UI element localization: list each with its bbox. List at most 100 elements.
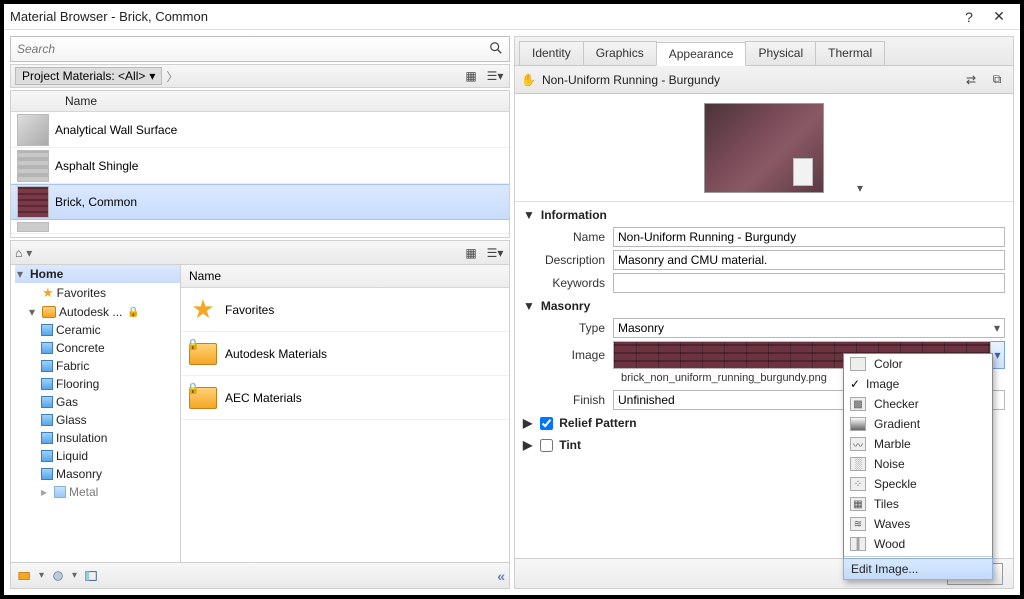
material-name: Asphalt Shingle [55, 159, 138, 173]
home-icon[interactable]: ⌂ [15, 246, 22, 260]
search-box[interactable] [10, 36, 510, 62]
tree-cat[interactable]: Gas [39, 393, 180, 411]
library-item-autodesk[interactable]: 🔒 Autodesk Materials [181, 332, 509, 376]
collapse-icon: ▼ [523, 208, 535, 222]
type-label: Type [523, 321, 613, 335]
finish-label: Finish [523, 393, 613, 407]
relief-checkbox[interactable] [540, 417, 553, 430]
category-icon [41, 468, 53, 480]
description-field[interactable]: Masonry and CMU material. [613, 250, 1005, 270]
material-swatch [17, 114, 49, 146]
tabs: Identity Graphics Appearance Physical Th… [515, 37, 1013, 66]
tiles-icon: ▦ [850, 497, 866, 511]
chevron-down-icon[interactable]: ▾ [26, 246, 32, 260]
duplicate-asset-icon[interactable]: ⧉ [987, 71, 1007, 89]
tab-thermal[interactable]: Thermal [815, 41, 885, 65]
right-pane: Identity Graphics Appearance Physical Th… [514, 36, 1014, 589]
open-library-icon[interactable] [15, 567, 35, 585]
wood-icon: ║ [850, 537, 866, 551]
menu-item-waves[interactable]: ≋Waves [844, 514, 992, 534]
show-panel-icon[interactable] [81, 567, 101, 585]
category-icon [41, 324, 53, 336]
library-pane: ⌂ ▾ ▦ ☰▾ ▾Home ★Favorites ▾Autodesk ...🔒 [10, 240, 510, 589]
scope-dropdown[interactable]: Project Materials: <All> ▾ [15, 67, 162, 85]
tree-cat[interactable]: Liquid [39, 447, 180, 465]
titlebar: Material Browser - Brick, Common ? ✕ [4, 4, 1020, 30]
close-button[interactable]: ✕ [984, 8, 1014, 25]
collapse-icon[interactable]: « [497, 568, 505, 584]
collapse-icon: ▼ [523, 299, 535, 313]
chevron-down-icon[interactable]: ▾ [72, 570, 77, 581]
tree-cat[interactable]: ▸Metal [39, 483, 180, 501]
tab-graphics[interactable]: Graphics [583, 41, 657, 65]
tab-physical[interactable]: Physical [745, 41, 816, 65]
menu-item-gradient[interactable]: Gradient [844, 414, 992, 434]
chevron-down-icon: ▾ [149, 69, 155, 83]
tree-cat[interactable]: Insulation [39, 429, 180, 447]
waves-icon: ≋ [850, 517, 866, 531]
view-grid-icon[interactable]: ▦ [461, 244, 481, 262]
tree-cat[interactable]: Ceramic [39, 321, 180, 339]
hand-icon: ✋ [521, 73, 536, 87]
search-input[interactable] [17, 42, 485, 56]
material-row[interactable]: Asphalt Shingle [11, 148, 509, 184]
tree-autodesk[interactable]: ▾Autodesk ...🔒 [27, 303, 180, 321]
library-item-favorites[interactable]: ★ Favorites [181, 288, 509, 332]
keywords-label: Keywords [523, 276, 613, 290]
view-grid-icon[interactable]: ▦ [461, 67, 481, 85]
tree-cat[interactable]: Masonry [39, 465, 180, 483]
help-button[interactable]: ? [954, 9, 984, 25]
tree-cat[interactable]: Flooring [39, 375, 180, 393]
speckle-icon: ⁘ [850, 477, 866, 491]
replace-asset-icon[interactable]: ⇄ [961, 71, 981, 89]
tab-appearance[interactable]: Appearance [656, 42, 747, 66]
menu-item-color[interactable]: Color [844, 354, 992, 374]
new-material-icon[interactable] [48, 567, 68, 585]
category-icon [41, 432, 53, 444]
keywords-field[interactable] [613, 273, 1005, 293]
name-field[interactable]: Non-Uniform Running - Burgundy [613, 227, 1005, 247]
section-header[interactable]: ▼Masonry [523, 297, 1005, 315]
menu-item-checker[interactable]: ▩Checker [844, 394, 992, 414]
tree-cat[interactable]: Glass [39, 411, 180, 429]
tree-cat[interactable]: Fabric [39, 357, 180, 375]
library-item-aec[interactable]: 🔒 AEC Materials [181, 376, 509, 420]
preview-thumbnail [704, 103, 824, 193]
material-swatch [17, 222, 49, 232]
category-icon [41, 396, 53, 408]
material-row[interactable] [11, 220, 509, 234]
folder-icon [42, 306, 56, 318]
menu-item-tiles[interactable]: ▦Tiles [844, 494, 992, 514]
tab-identity[interactable]: Identity [519, 41, 584, 65]
tree-home[interactable]: ▾Home [15, 265, 180, 283]
tree-cat[interactable]: Concrete [39, 339, 180, 357]
tree-favorites[interactable]: ★Favorites [27, 283, 180, 303]
library-list: Name ★ Favorites 🔒 Autodesk Materials 🔒 … [181, 265, 509, 562]
expand-icon: ▶ [523, 416, 532, 430]
materials-header: Name [11, 91, 509, 112]
menu-item-image[interactable]: Image [844, 374, 992, 394]
material-row-selected[interactable]: Brick, Common [11, 184, 509, 220]
checker-icon: ▩ [850, 397, 866, 411]
gradient-icon [850, 417, 866, 431]
menu-item-edit-image[interactable]: Edit Image... [843, 558, 993, 580]
menu-item-wood[interactable]: ║Wood [844, 534, 992, 554]
chevron-down-icon[interactable]: ▾ [39, 570, 44, 581]
section-header[interactable]: ▼Information [523, 206, 1005, 224]
material-name: Brick, Common [55, 195, 137, 209]
view-list-icon[interactable]: ☰▾ [485, 67, 505, 85]
tint-checkbox[interactable] [540, 439, 553, 452]
noise-icon: ░ [850, 457, 866, 471]
material-row[interactable]: Analytical Wall Surface [11, 112, 509, 148]
library-tree[interactable]: ▾Home ★Favorites ▾Autodesk ...🔒 Ceramic … [11, 265, 181, 562]
menu-item-noise[interactable]: ░Noise [844, 454, 992, 474]
view-list-icon[interactable]: ☰▾ [485, 244, 505, 262]
search-icon [489, 41, 503, 58]
menu-item-speckle[interactable]: ⁘Speckle [844, 474, 992, 494]
type-dropdown[interactable]: Masonry▾ [613, 318, 1005, 338]
category-icon [41, 360, 53, 372]
menu-item-marble[interactable]: 〰Marble [844, 434, 992, 454]
scope-label: Project Materials: <All> [22, 69, 145, 83]
image-source-dropdown[interactable]: ▾ [991, 341, 1005, 369]
preview-menu-icon[interactable]: ▾ [857, 181, 863, 195]
